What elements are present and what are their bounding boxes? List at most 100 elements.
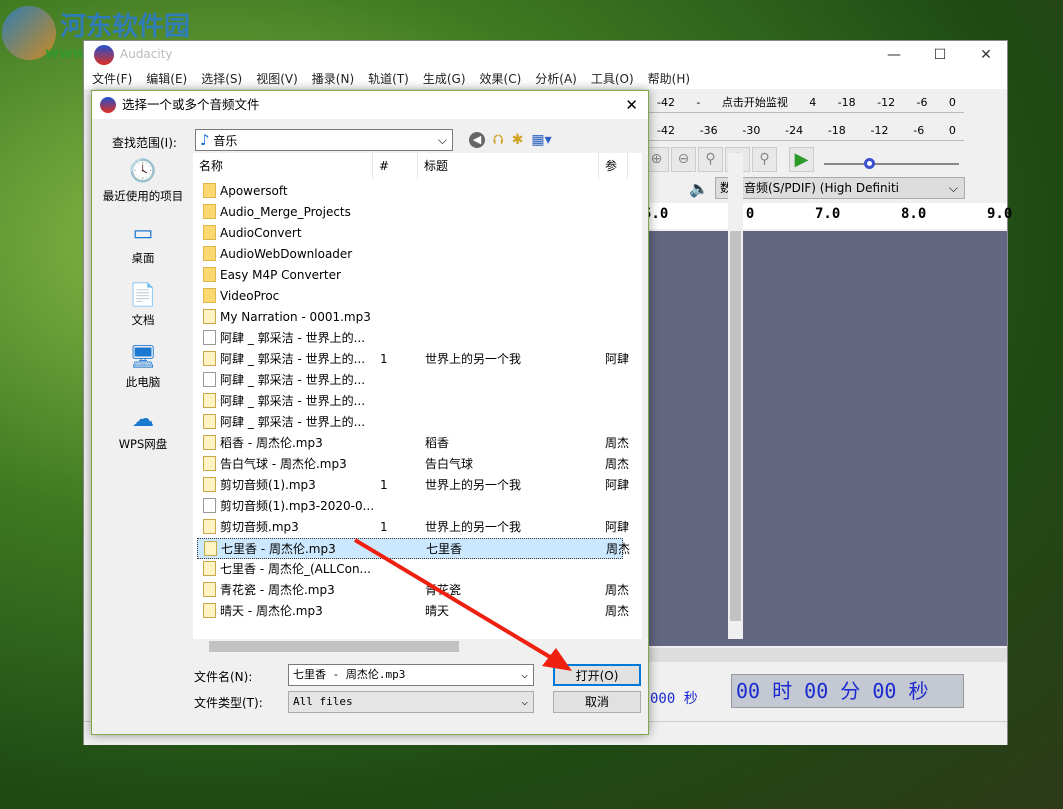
place-item[interactable]: 📄 文档 <box>98 283 188 328</box>
place-item[interactable]: 🕓 最近使用的项目 <box>98 159 188 204</box>
menu-item[interactable]: 选择(S) <box>201 69 248 89</box>
speaker-icon: 🔈 <box>689 179 709 198</box>
column-title[interactable]: 标题 <box>418 153 599 179</box>
file-row[interactable]: 阿肆 _ 郭采洁 - 世界上的... <box>197 328 623 349</box>
file-row[interactable]: Easy M4P Converter <box>197 265 623 286</box>
view-menu-icon[interactable]: ▦▾ <box>531 132 551 148</box>
file-name-text: 剪切音频(1).mp3-2020-0... <box>220 499 375 513</box>
open-button[interactable]: 打开(O) <box>553 664 641 686</box>
music-note-icon: ♪ <box>200 131 210 149</box>
look-in-select[interactable]: ♪ 音乐 ⌵ <box>195 129 453 151</box>
list-horizontal-scrollbar[interactable] <box>193 639 642 654</box>
track-area[interactable] <box>649 231 1007 646</box>
nav-toolbar: ◀ ⮉ ✱ ▦▾ <box>469 132 552 148</box>
fit-selection-icon[interactable]: ⚲ <box>698 147 723 172</box>
menu-item[interactable]: 工具(O) <box>591 69 640 89</box>
dialog-close-button[interactable]: ✕ <box>625 91 638 119</box>
menu-item[interactable]: 帮助(H) <box>648 69 696 89</box>
meter-tick-label: -12 <box>870 124 889 137</box>
file-row[interactable]: Audio_Merge_Projects <box>197 202 623 223</box>
look-in-value: 音乐 <box>213 134 238 148</box>
file-row[interactable]: 阿肆 _ 郭采洁 - 世界上的... <box>197 391 623 412</box>
file-name: 剪切音频.mp3 <box>197 517 299 538</box>
file-row[interactable]: AudioConvert <box>197 223 623 244</box>
file-row[interactable]: 稻香 - 周杰伦.mp3 稻香 周杰 <box>197 433 629 454</box>
filetype-select[interactable]: All files ⌵ <box>288 691 534 713</box>
file-name-text: 阿肆 _ 郭采洁 - 世界上的... <box>220 352 366 366</box>
file-name: 阿肆 _ 郭采洁 - 世界上的... <box>197 370 365 391</box>
filename-value: 七里香 - 周杰伦.mp3 <box>293 668 406 681</box>
file-row[interactable]: 剪切音频(1).mp3 1 世界上的另一个我 阿肆 <box>197 475 629 496</box>
column-name[interactable]: 名称 <box>193 153 373 179</box>
file-row[interactable]: 阿肆 _ 郭采洁 - 世界上的... <box>197 370 623 391</box>
file-name: 青花瓷 - 周杰伦.mp3 <box>197 580 335 601</box>
place-label: 桌面 <box>131 251 155 265</box>
scroll-thumb[interactable] <box>209 641 459 652</box>
file-name: 阿肆 _ 郭采洁 - 世界上的... <box>197 391 365 412</box>
menu-item[interactable]: 编辑(E) <box>146 69 193 89</box>
file-name: AudioConvert <box>197 223 302 244</box>
file-name: AudioWebDownloader <box>197 244 352 265</box>
file-row[interactable]: 七里香 - 周杰伦.mp3 七里香 周杰 <box>197 538 630 559</box>
speed-slider[interactable] <box>824 158 959 169</box>
file-row[interactable]: 阿肆 _ 郭采洁 - 世界上的... <box>197 412 623 433</box>
file-row[interactable]: Apowersoft <box>197 181 623 202</box>
menu-item[interactable]: 生成(G) <box>423 69 472 89</box>
menu-item[interactable]: 轨道(T) <box>368 69 415 89</box>
file-row[interactable]: VideoProc <box>197 286 623 307</box>
file-row[interactable]: My Narration - 0001.mp3 <box>197 307 623 328</box>
zoom-toggle-icon[interactable]: ⚲ <box>752 147 777 172</box>
file-row[interactable]: 七里香 - 周杰伦_(ALLCon... <box>197 559 623 580</box>
close-button[interactable]: ✕ <box>963 41 1009 69</box>
scroll-thumb[interactable] <box>730 231 741 621</box>
slider-thumb[interactable] <box>864 158 875 169</box>
place-label: 最近使用的项目 <box>102 189 184 203</box>
filename-input[interactable]: 七里香 - 周杰伦.mp3 ⌵ <box>288 664 534 686</box>
file-row[interactable]: 青花瓷 - 周杰伦.mp3 青花瓷 周杰 <box>197 580 629 601</box>
place-item[interactable]: ☁ WPS网盘 <box>98 407 188 452</box>
place-item[interactable]: ▭ 桌面 <box>98 221 188 266</box>
file-row[interactable]: 阿肆 _ 郭采洁 - 世界上的... 1 世界上的另一个我 阿肆 <box>197 349 629 370</box>
document-icon <box>203 498 216 513</box>
menu-item[interactable]: 效果(C) <box>480 69 528 89</box>
menu-item[interactable]: 视图(V) <box>256 69 304 89</box>
meter-tick-label: -24 <box>785 124 804 137</box>
audio-file-icon <box>203 477 216 492</box>
time-display[interactable]: 00 时 00 分 00 秒 <box>731 674 964 708</box>
vertical-scrollbar[interactable] <box>728 153 743 639</box>
menu-item[interactable]: 播录(N) <box>312 69 360 89</box>
file-row[interactable]: 晴天 - 周杰伦.mp3 晴天 周杰 <box>197 601 629 622</box>
play-at-speed-icon[interactable]: ▶ <box>789 147 814 172</box>
timeline-ruler[interactable]: 5.06.07.08.09.0 <box>643 203 1012 229</box>
minimize-button[interactable]: — <box>871 41 917 69</box>
file-artist: 阿肆 <box>605 520 629 534</box>
document-icon <box>203 330 216 345</box>
file-title: 七里香 <box>426 542 463 556</box>
audio-file-icon <box>203 309 216 324</box>
back-icon[interactable]: ◀ <box>469 132 485 148</box>
horizontal-scrollbar[interactable] <box>649 648 1007 662</box>
cancel-button[interactable]: 取消 <box>553 691 641 713</box>
look-in-label: 查找范围(I): <box>112 136 177 150</box>
new-folder-icon[interactable]: ✱ <box>512 132 524 148</box>
file-name-text: 七里香 - 周杰伦.mp3 <box>221 542 336 556</box>
file-row[interactable]: 剪切音频.mp3 1 世界上的另一个我 阿肆 <box>197 517 629 538</box>
file-row[interactable]: 剪切音频(1).mp3-2020-0... <box>197 496 623 517</box>
menu-item[interactable]: 分析(A) <box>535 69 583 89</box>
playback-meter[interactable]: -42 -36 -30 -24 -18 -12 -6 0 <box>649 121 964 141</box>
playback-device-select[interactable]: 数字音频(S/PDIF) (High Definiti ⌵ <box>715 177 965 199</box>
watermark-site: 河东软件园 <box>60 12 191 42</box>
zoom-out-icon[interactable]: ⊖ <box>671 147 696 172</box>
filetype-value: All files <box>293 695 353 708</box>
up-folder-icon[interactable]: ⮉ <box>493 132 504 148</box>
record-meter[interactable]: -42 - 点击开始监视 4 -18 -12 -6 0 <box>649 93 964 113</box>
file-list[interactable]: 名称 # 标题 参与 Apowersoft Audio_Merge_Project… <box>193 153 743 639</box>
file-row[interactable]: AudioWebDownloader <box>197 244 623 265</box>
maximize-button[interactable]: ☐ <box>917 41 963 69</box>
menu-item[interactable]: 文件(F) <box>92 69 138 89</box>
file-row[interactable]: 告白气球 - 周杰伦.mp3 告白气球 周杰 <box>197 454 629 475</box>
column-artist[interactable]: 参与 <box>599 153 628 179</box>
column-number[interactable]: # <box>373 153 418 179</box>
file-title: 告白气球 <box>425 457 474 471</box>
place-item[interactable]: 🖥 此电脑 <box>98 345 188 390</box>
